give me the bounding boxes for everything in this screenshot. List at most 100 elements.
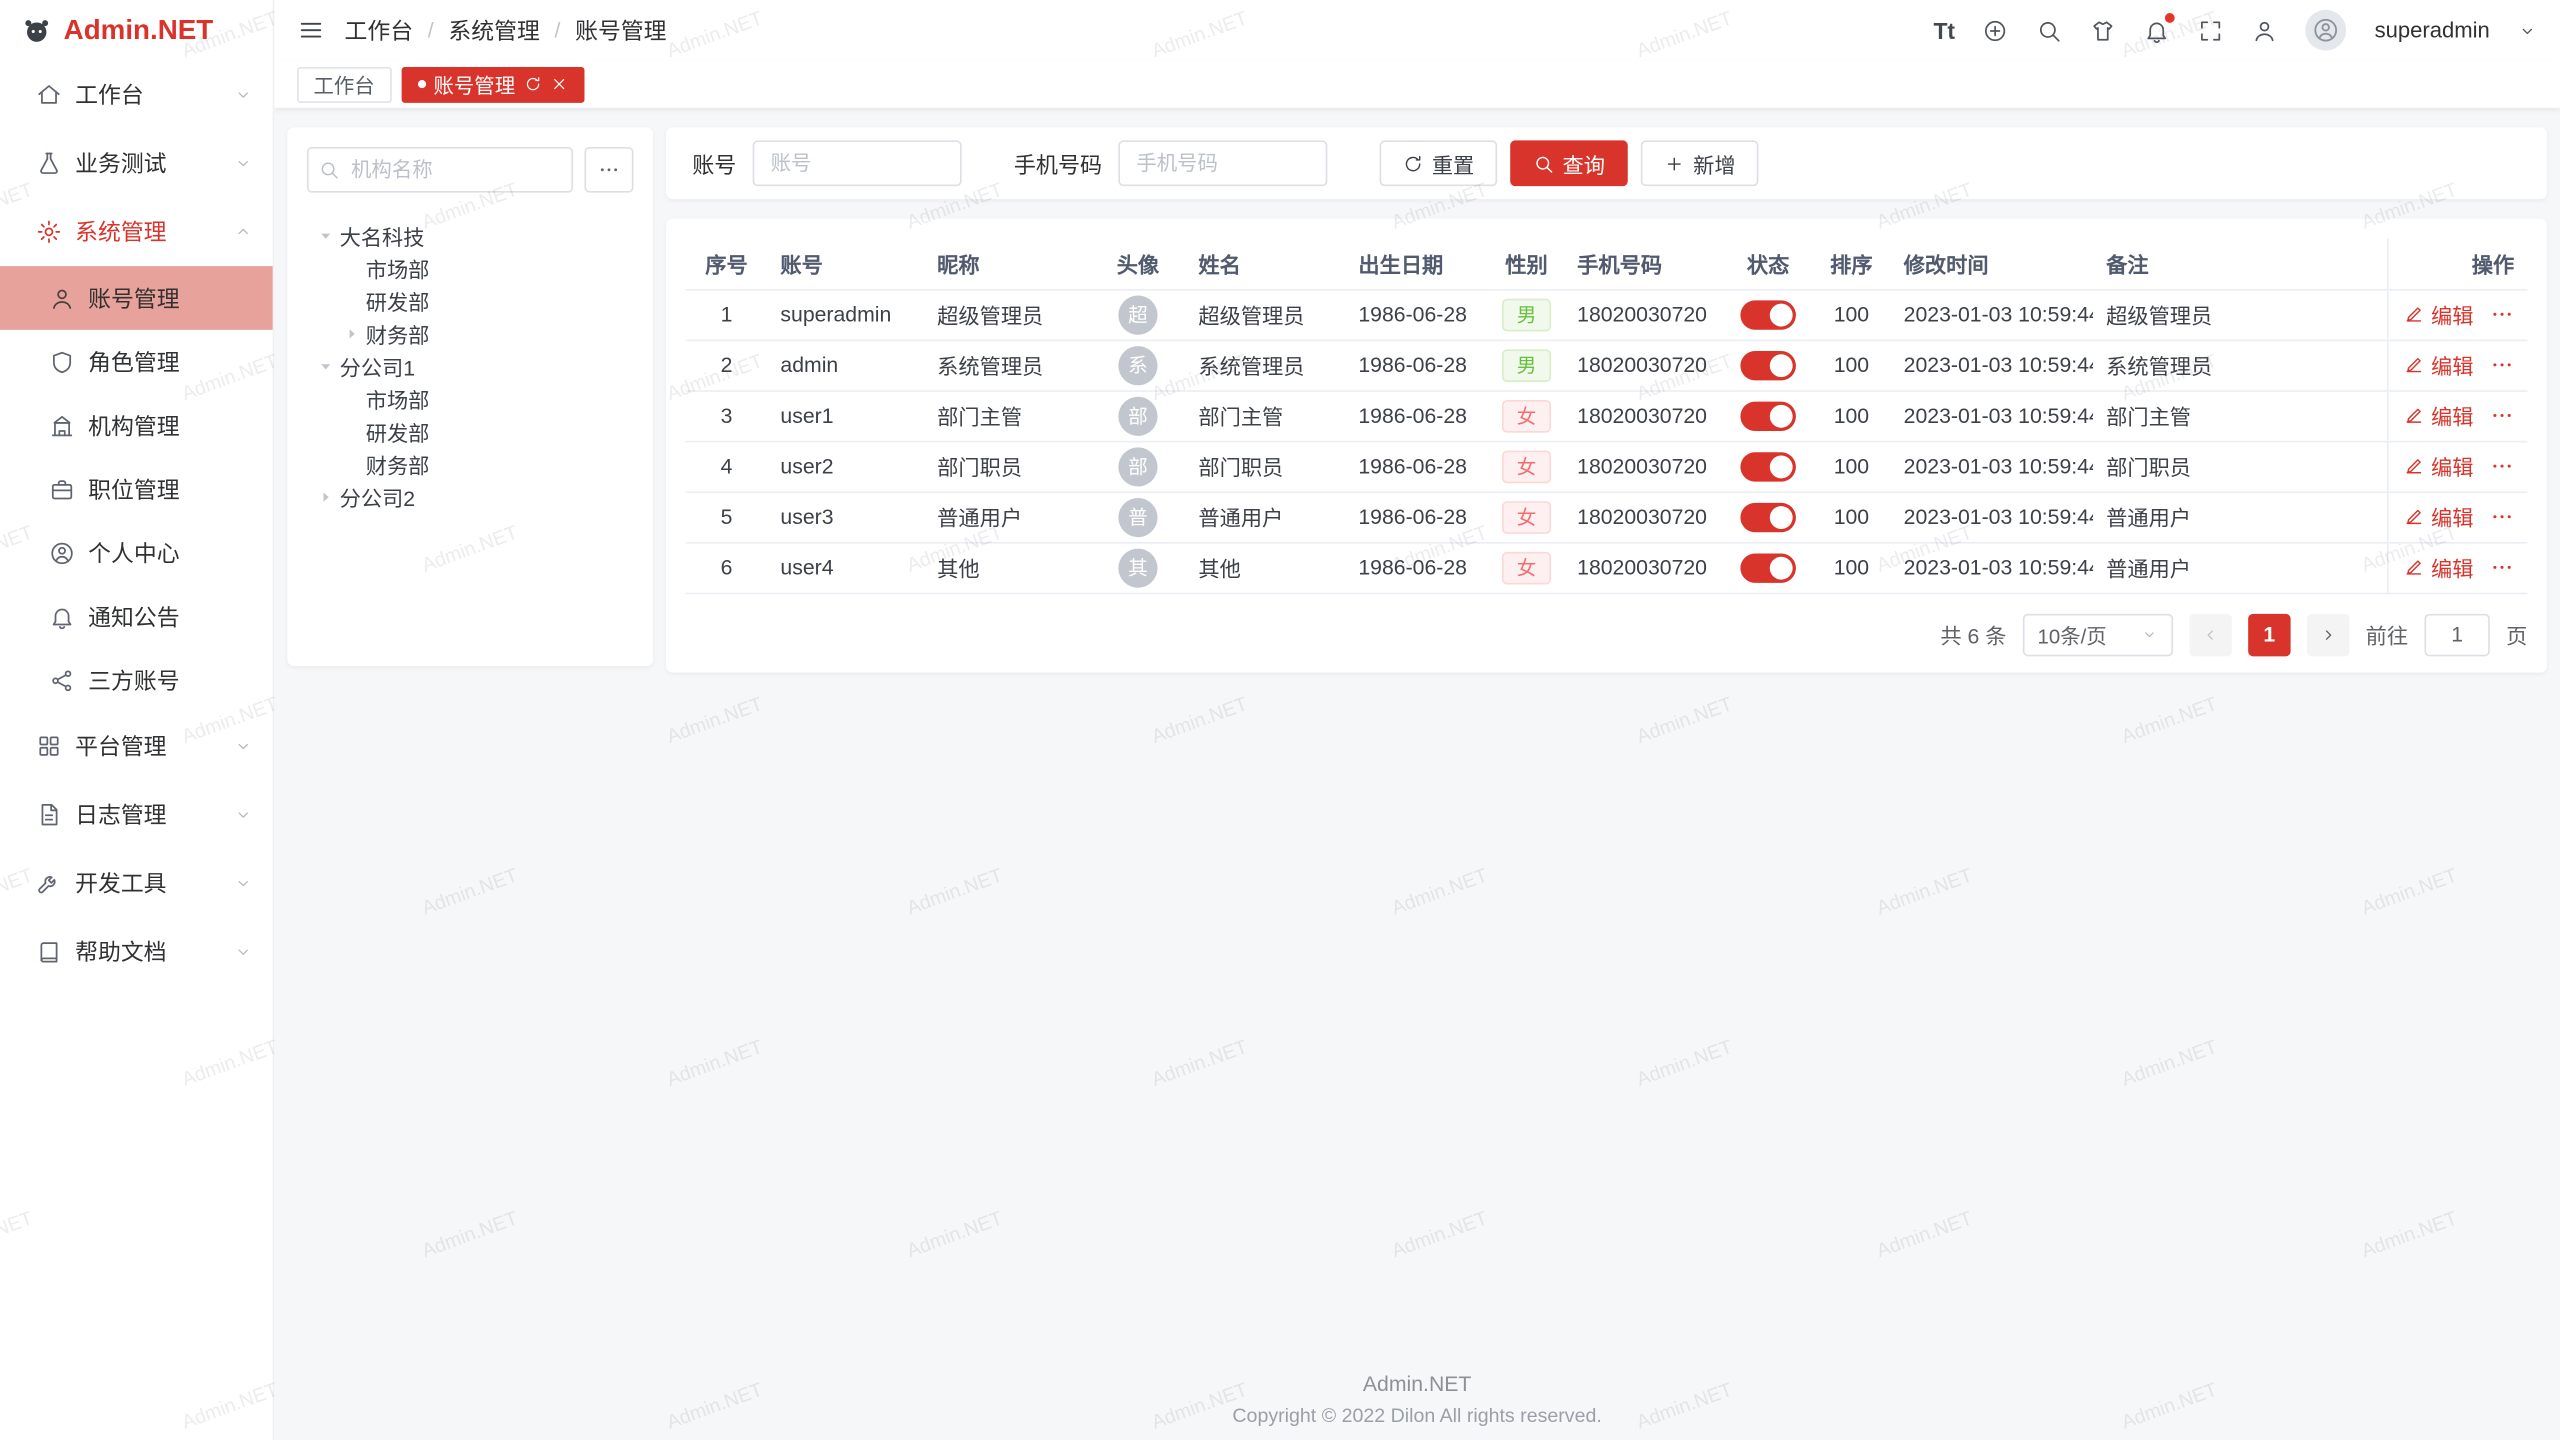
cell-account: user1 bbox=[767, 390, 924, 441]
prev-page-button[interactable] bbox=[2189, 613, 2231, 655]
pagination-total: 共 6 条 bbox=[1940, 619, 2006, 650]
breadcrumb-item[interactable]: 工作台 bbox=[344, 14, 413, 47]
row-more-button[interactable] bbox=[2490, 403, 2514, 427]
tree-node[interactable]: 分公司1 bbox=[307, 349, 634, 382]
row-more-button[interactable] bbox=[2490, 504, 2514, 528]
cell-avatar: 其 bbox=[1091, 542, 1186, 593]
sidebar-item-org-mgmt[interactable]: 机构管理 bbox=[0, 393, 273, 457]
chevron-down-icon bbox=[233, 736, 253, 756]
sidebar-item-help-docs[interactable]: 帮助文档 bbox=[0, 918, 273, 987]
org-name-search-input[interactable] bbox=[307, 147, 573, 193]
row-more-button[interactable] bbox=[2490, 302, 2514, 326]
row-more-button[interactable] bbox=[2490, 555, 2514, 579]
search-button[interactable]: 查询 bbox=[1510, 140, 1628, 186]
org-more-button[interactable] bbox=[584, 147, 633, 193]
tree-caret-icon[interactable] bbox=[313, 487, 336, 505]
edit-button[interactable]: 编辑 bbox=[2403, 400, 2473, 431]
theme-icon[interactable] bbox=[2091, 17, 2117, 43]
sidebar-item-workbench[interactable]: 工作台 bbox=[0, 60, 273, 129]
user-settings-icon[interactable] bbox=[2252, 17, 2278, 43]
add-button[interactable]: 新增 bbox=[1641, 140, 1759, 186]
sidebar-item-dev-tools[interactable]: 开发工具 bbox=[0, 849, 273, 918]
tree-node[interactable]: 研发部 bbox=[307, 415, 634, 448]
edit-button[interactable]: 编辑 bbox=[2403, 349, 2473, 380]
tab-account-mgmt[interactable]: 账号管理 bbox=[401, 66, 584, 102]
sidebar-item-account-mgmt[interactable]: 账号管理 bbox=[0, 266, 273, 330]
close-icon[interactable] bbox=[549, 75, 567, 93]
status-toggle[interactable] bbox=[1740, 350, 1796, 379]
beaker-icon bbox=[36, 150, 62, 176]
breadcrumb-item[interactable]: 系统管理 bbox=[448, 14, 539, 47]
edit-button[interactable]: 编辑 bbox=[2403, 299, 2473, 330]
column-header-phone: 手机号码 bbox=[1564, 238, 1724, 289]
search-icon[interactable] bbox=[2037, 17, 2063, 43]
hamburger-menu-icon[interactable] bbox=[297, 16, 325, 44]
fullscreen-icon[interactable] bbox=[2198, 17, 2224, 43]
column-header-account: 账号 bbox=[767, 238, 924, 289]
cell-index: 6 bbox=[686, 542, 768, 593]
book-icon bbox=[36, 939, 62, 965]
cell-remark: 部门主管 bbox=[2093, 390, 2387, 441]
status-toggle[interactable] bbox=[1740, 553, 1796, 582]
reset-button[interactable]: 重置 bbox=[1380, 140, 1498, 186]
sidebar-item-position-mgmt[interactable]: 职位管理 bbox=[0, 457, 273, 521]
phone-input[interactable] bbox=[1118, 140, 1327, 186]
app-root: Admin.NETAdmin.NETAdmin.NETAdmin.NETAdmi… bbox=[0, 0, 2560, 1440]
sidebar-item-third-party-account[interactable]: 三方账号 bbox=[0, 648, 273, 712]
tab-workbench[interactable]: 工作台 bbox=[297, 66, 391, 102]
cell-account: user2 bbox=[767, 441, 924, 492]
sidebar-item-label: 平台管理 bbox=[75, 730, 166, 763]
sidebar-item-platform-mgmt[interactable]: 平台管理 bbox=[0, 712, 273, 781]
sidebar-item-notice[interactable]: 通知公告 bbox=[0, 584, 273, 648]
goto-page-input[interactable] bbox=[2424, 613, 2489, 655]
edit-button[interactable]: 编辑 bbox=[2403, 501, 2473, 532]
tree-node[interactable]: 市场部 bbox=[307, 251, 634, 284]
row-more-button[interactable] bbox=[2490, 353, 2514, 377]
status-toggle[interactable] bbox=[1740, 502, 1796, 531]
next-page-button[interactable] bbox=[2307, 613, 2349, 655]
cell-avatar: 部 bbox=[1091, 441, 1186, 492]
cell-sort: 100 bbox=[1812, 441, 1890, 492]
username[interactable]: superadmin bbox=[2375, 18, 2490, 42]
sidebar-item-role-mgmt[interactable]: 角色管理 bbox=[0, 330, 273, 394]
brand-logo[interactable]: Admin.NET bbox=[0, 0, 273, 60]
row-more-button[interactable] bbox=[2490, 454, 2514, 478]
sidebar-item-log-mgmt[interactable]: 日志管理 bbox=[0, 780, 273, 849]
tree-node[interactable]: 大名科技 bbox=[307, 219, 634, 252]
status-toggle[interactable] bbox=[1740, 300, 1796, 329]
cell-modified: 2023-01-03 10:59:44 bbox=[1891, 441, 2093, 492]
notification-bell-icon[interactable] bbox=[2144, 17, 2170, 43]
tree-node[interactable]: 财务部 bbox=[307, 447, 634, 480]
sidebar-menu: 工作台业务测试系统管理账号管理角色管理机构管理职位管理个人中心通知公告三方账号平… bbox=[0, 60, 273, 986]
edit-button[interactable]: 编辑 bbox=[2403, 451, 2473, 482]
tree-caret-icon[interactable] bbox=[340, 324, 363, 342]
tree-caret-icon[interactable] bbox=[313, 226, 336, 244]
sidebar-item-personal-center[interactable]: 个人中心 bbox=[0, 521, 273, 585]
cell-gender: 女 bbox=[1489, 491, 1564, 542]
status-toggle[interactable] bbox=[1740, 451, 1796, 480]
page-number-button[interactable]: 1 bbox=[2248, 613, 2290, 655]
tree-caret-icon[interactable] bbox=[313, 357, 336, 375]
circle-plus-icon[interactable] bbox=[1983, 17, 2009, 43]
breadcrumb-item[interactable]: 账号管理 bbox=[575, 14, 666, 47]
tree-node[interactable]: 分公司2 bbox=[307, 480, 634, 513]
cell-gender: 女 bbox=[1489, 390, 1564, 441]
font-size-icon[interactable]: Tt bbox=[1933, 17, 1955, 43]
row-avatar: 超 bbox=[1118, 295, 1157, 334]
cell-modified: 2023-01-03 10:59:44 bbox=[1891, 390, 2093, 441]
chevron-down-icon[interactable] bbox=[2518, 20, 2538, 40]
tree-node[interactable]: 市场部 bbox=[307, 382, 634, 415]
account-input[interactable] bbox=[753, 140, 962, 186]
user-avatar[interactable] bbox=[2306, 10, 2347, 51]
sidebar-item-label: 角色管理 bbox=[88, 345, 179, 378]
page-size-select[interactable]: 10条/页 bbox=[2023, 613, 2173, 655]
refresh-icon[interactable] bbox=[523, 75, 541, 93]
status-toggle[interactable] bbox=[1740, 401, 1796, 430]
brand-name: Admin.NET bbox=[64, 14, 214, 47]
sidebar-item-system-mgmt[interactable]: 系统管理 bbox=[0, 198, 273, 267]
sidebar-item-business-test[interactable]: 业务测试 bbox=[0, 129, 273, 198]
chevron-up-icon bbox=[233, 222, 253, 242]
tree-node[interactable]: 研发部 bbox=[307, 284, 634, 317]
tree-node[interactable]: 财务部 bbox=[307, 317, 634, 350]
edit-button[interactable]: 编辑 bbox=[2403, 552, 2473, 583]
